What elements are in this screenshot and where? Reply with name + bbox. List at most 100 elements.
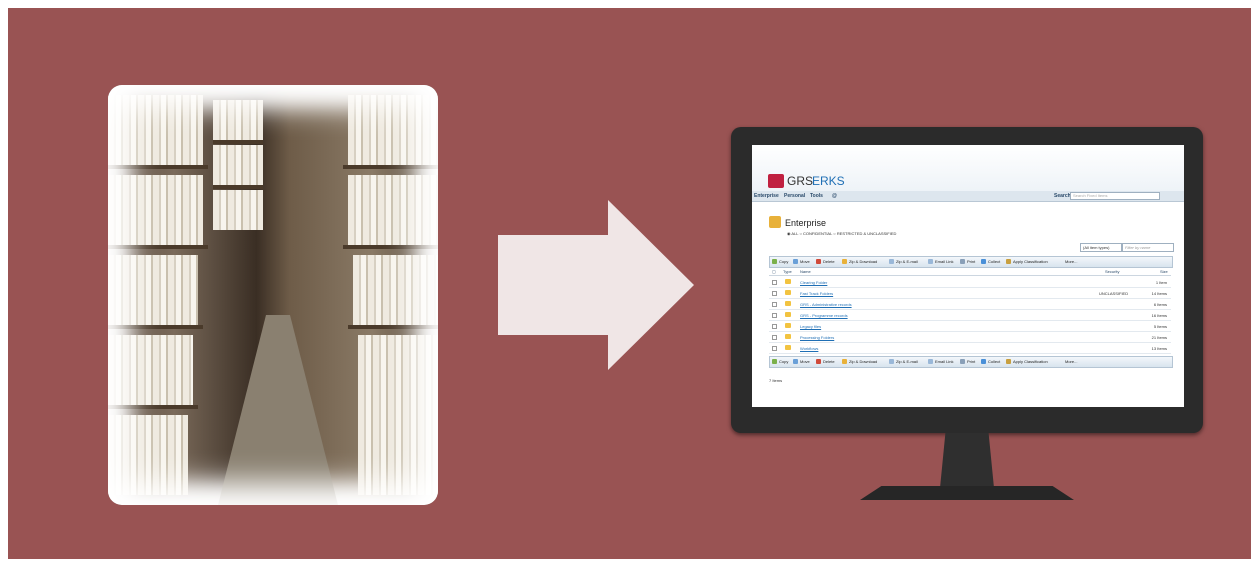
table-row[interactable]: Clearing Folder 1 Item xyxy=(769,277,1171,288)
monitor-screen: GRS ERKS Enterprise Personal Tools @ Sea… xyxy=(752,145,1184,407)
move-icon xyxy=(793,259,798,264)
row-checkbox[interactable] xyxy=(772,335,777,340)
page-title: Enterprise xyxy=(785,218,827,228)
row-checkbox[interactable] xyxy=(772,291,777,296)
folder-icon xyxy=(785,279,791,284)
envelope-icon xyxy=(889,359,894,364)
archive-shelves-photo xyxy=(108,85,438,505)
row-name[interactable]: GRS - Administrative records xyxy=(800,302,852,307)
col-type[interactable]: Type xyxy=(783,269,792,274)
search-input[interactable]: Search Fixed Items xyxy=(1070,192,1160,200)
link-icon xyxy=(928,259,933,264)
select-all-checkbox[interactable]: ▢ xyxy=(772,269,776,274)
row-name[interactable]: Processing Folders xyxy=(800,335,834,340)
search-label: Search xyxy=(1054,193,1071,199)
copy-icon xyxy=(772,359,777,364)
delete-button[interactable]: Delete xyxy=(816,359,835,364)
apply-classification-button[interactable]: Apply Classification xyxy=(1006,359,1048,364)
row-name[interactable]: Legacy files xyxy=(800,324,821,329)
name-filter-input[interactable]: Filter by name xyxy=(1122,243,1174,252)
more-button[interactable]: More... xyxy=(1065,259,1077,264)
folder-icon xyxy=(785,290,791,295)
nav-bar: Enterprise Personal Tools @ Search Searc… xyxy=(752,191,1184,202)
col-security[interactable]: Security xyxy=(1105,269,1119,274)
row-name[interactable]: Fast Track Folders xyxy=(800,291,833,296)
folder-icon xyxy=(785,345,791,350)
more-button[interactable]: More... xyxy=(1065,359,1077,364)
delete-button[interactable]: Delete xyxy=(816,259,835,264)
printer-icon xyxy=(960,259,965,264)
classification-icon xyxy=(1006,359,1011,364)
apply-classification-button[interactable]: Apply Classification xyxy=(1006,259,1048,264)
move-icon xyxy=(793,359,798,364)
row-checkbox[interactable] xyxy=(772,346,777,351)
row-size: 5 Items xyxy=(1153,324,1167,329)
move-button[interactable]: Move xyxy=(793,259,810,264)
col-name[interactable]: Name xyxy=(800,269,811,274)
row-name[interactable]: Workflows xyxy=(800,346,818,351)
classification-icon xyxy=(1006,259,1011,264)
table-row[interactable]: GRS - Administrative records 6 Items xyxy=(769,299,1171,310)
row-size: 14 Items xyxy=(1151,291,1167,296)
logo-secondary: ERKS xyxy=(812,174,845,188)
row-size: 13 Items xyxy=(1151,346,1167,351)
zip-icon xyxy=(842,259,847,264)
email-link-button[interactable]: Email Link xyxy=(928,259,953,264)
item-count: 7 Items xyxy=(769,378,783,383)
row-name[interactable]: GRS - Programme records xyxy=(800,313,848,318)
copy-icon xyxy=(772,259,777,264)
row-checkbox[interactable] xyxy=(772,302,777,307)
email-link-button[interactable]: Email Link xyxy=(928,359,953,364)
table-row[interactable]: Processing Folders 21 Items xyxy=(769,332,1171,343)
collect-button[interactable]: Collect xyxy=(981,359,1000,364)
envelope-icon xyxy=(889,259,894,264)
copy-button[interactable]: Copy xyxy=(772,259,788,264)
move-button[interactable]: Move xyxy=(793,359,810,364)
col-size[interactable]: Size xyxy=(1160,269,1168,274)
zip-email-button[interactable]: Zip & E-mail xyxy=(889,359,918,364)
right-arrow-icon xyxy=(498,200,694,370)
row-size: 21 Items xyxy=(1151,335,1167,340)
action-toolbar-bottom: Copy Move Delete Zip & Download Zip & E-… xyxy=(769,356,1173,368)
logo-primary: GRS xyxy=(787,174,814,188)
table-row[interactable]: Fast Track Folders UNCLASSIFIED 14 Items xyxy=(769,288,1171,299)
row-checkbox[interactable] xyxy=(772,324,777,329)
collect-icon xyxy=(981,359,986,364)
row-name[interactable]: Clearing Folder xyxy=(800,280,827,285)
row-checkbox[interactable] xyxy=(772,313,777,318)
collect-button[interactable]: Collect xyxy=(981,259,1000,264)
row-security: UNCLASSIFIED xyxy=(1099,291,1129,296)
zip-email-button[interactable]: Zip & E-mail xyxy=(889,259,918,264)
table-header: ▢ Type Name Security Size xyxy=(769,267,1171,276)
copy-button[interactable]: Copy xyxy=(772,359,788,364)
nav-tools[interactable]: Tools xyxy=(810,193,823,199)
delete-icon xyxy=(816,259,821,264)
type-filter-select[interactable]: (All item types) xyxy=(1080,243,1122,252)
delete-icon xyxy=(816,359,821,364)
zip-icon xyxy=(842,359,847,364)
table-row[interactable]: Legacy files 5 Items xyxy=(769,321,1171,332)
nav-at[interactable]: @ xyxy=(832,193,837,199)
table-row[interactable]: Workflows 13 Items xyxy=(769,343,1171,354)
collect-icon xyxy=(981,259,986,264)
row-checkbox[interactable] xyxy=(772,280,777,285)
nav-enterprise[interactable]: Enterprise xyxy=(754,193,779,199)
print-button[interactable]: Print xyxy=(960,259,975,264)
folder-icon xyxy=(785,323,791,328)
row-size: 16 Items xyxy=(1151,313,1167,318)
enterprise-folder-icon xyxy=(769,216,781,228)
printer-icon xyxy=(960,359,965,364)
print-button[interactable]: Print xyxy=(960,359,975,364)
link-icon xyxy=(928,359,933,364)
zip-download-button[interactable]: Zip & Download xyxy=(842,259,877,264)
grs-logo-icon xyxy=(768,174,784,188)
row-size: 6 Items xyxy=(1153,302,1167,307)
nav-personal[interactable]: Personal xyxy=(784,193,805,199)
monitor-base xyxy=(860,486,1074,500)
folder-icon xyxy=(785,301,791,306)
table-row[interactable]: GRS - Programme records 16 Items xyxy=(769,310,1171,321)
monitor-neck xyxy=(940,433,994,488)
zip-download-button[interactable]: Zip & Download xyxy=(842,359,877,364)
classification-radio-group[interactable]: ◉ ALL ○ CONFIDENTIAL ○ RESTRICTED & UNCL… xyxy=(787,231,896,236)
row-size: 1 Item xyxy=(1155,280,1167,285)
